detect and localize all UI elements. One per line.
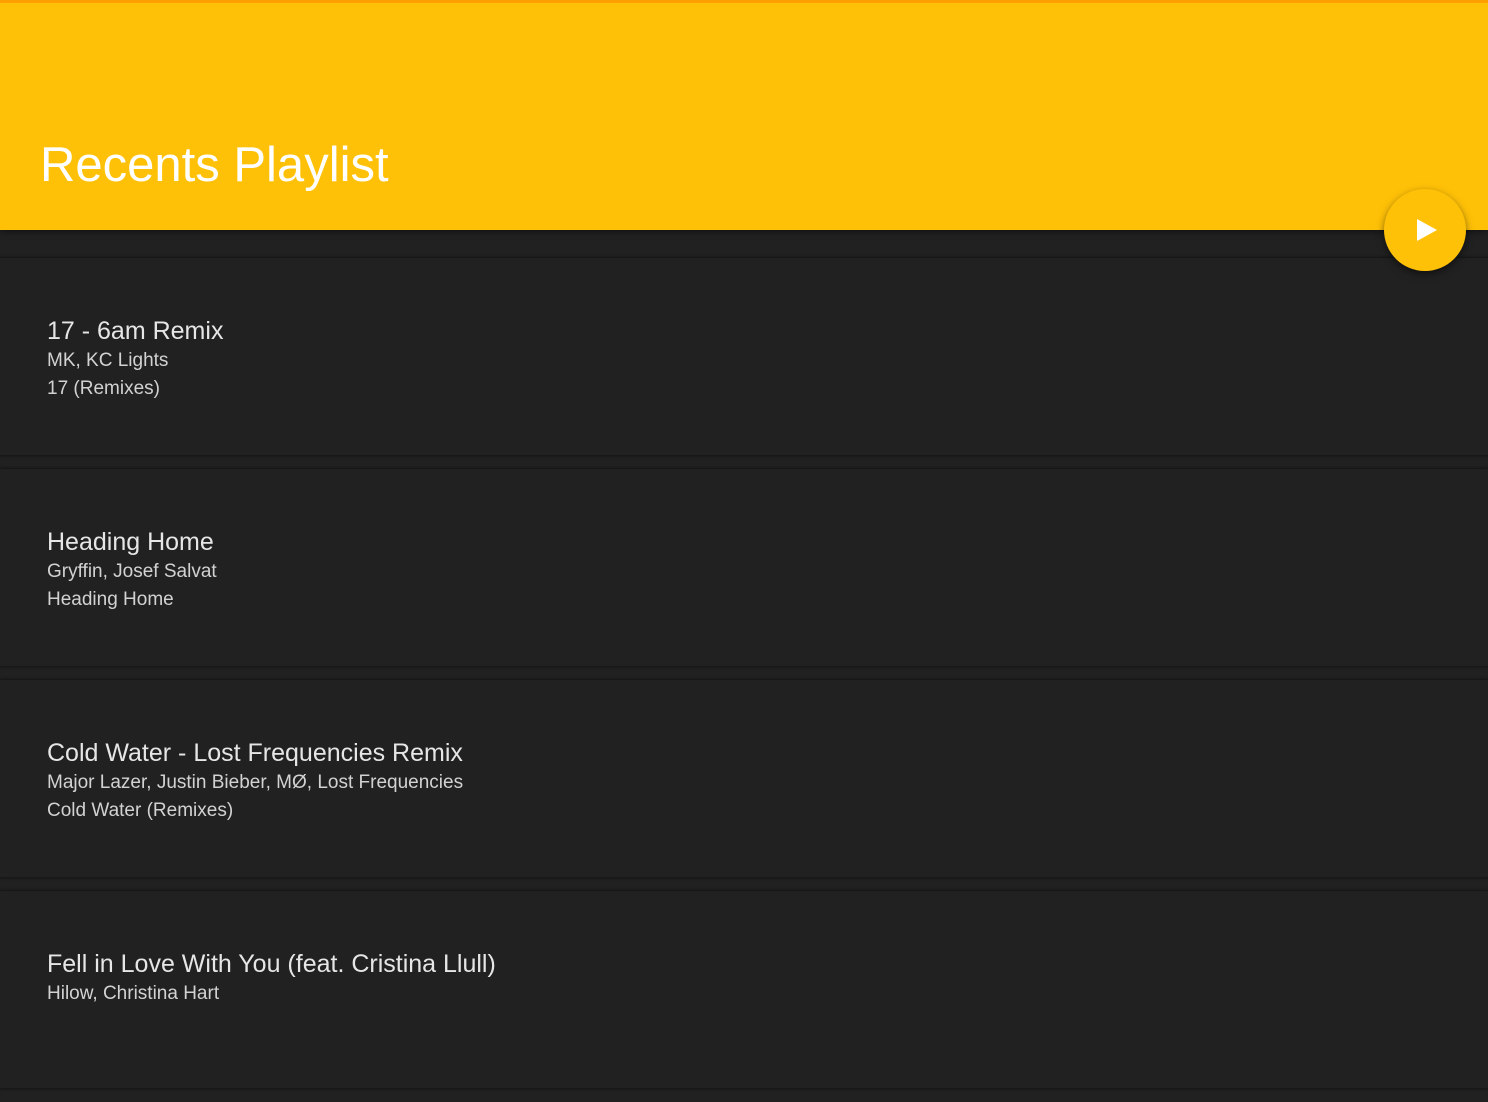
track-artists: Hilow, Christina Hart <box>47 983 220 1004</box>
app-bar: Recents Playlist <box>0 0 1488 230</box>
track-row[interactable]: Fell in Love With You (feat. Cristina Ll… <box>0 891 1488 1088</box>
track-album: 17 (Remixes) <box>47 378 160 399</box>
track-row[interactable]: Cold Water - Lost Frequencies Remix Majo… <box>0 680 1488 877</box>
track-title: Cold Water - Lost Frequencies Remix <box>47 739 463 767</box>
track-title: 17 - 6am Remix <box>47 317 224 345</box>
track-title: Heading Home <box>47 528 214 556</box>
track-row[interactable]: 17 - 6am Remix MK, KC Lights 17 (Remixes… <box>0 258 1488 455</box>
play-all-button[interactable] <box>1384 189 1466 271</box>
track-album: Heading Home <box>47 589 174 610</box>
track-artists: MK, KC Lights <box>47 350 169 371</box>
track-album: Cold Water (Remixes) <box>47 800 234 821</box>
track-artists: Major Lazer, Justin Bieber, MØ, Lost Fre… <box>47 772 464 793</box>
track-title: Fell in Love With You (feat. Cristina Ll… <box>47 950 496 978</box>
page-title: Recents Playlist <box>40 138 389 192</box>
track-artists: Gryffin, Josef Salvat <box>47 561 217 582</box>
track-list: 17 - 6am Remix MK, KC Lights 17 (Remixes… <box>0 258 1488 1102</box>
play-icon <box>1413 219 1437 241</box>
track-row[interactable]: Heading Home Gryffin, Josef Salvat Headi… <box>0 469 1488 666</box>
